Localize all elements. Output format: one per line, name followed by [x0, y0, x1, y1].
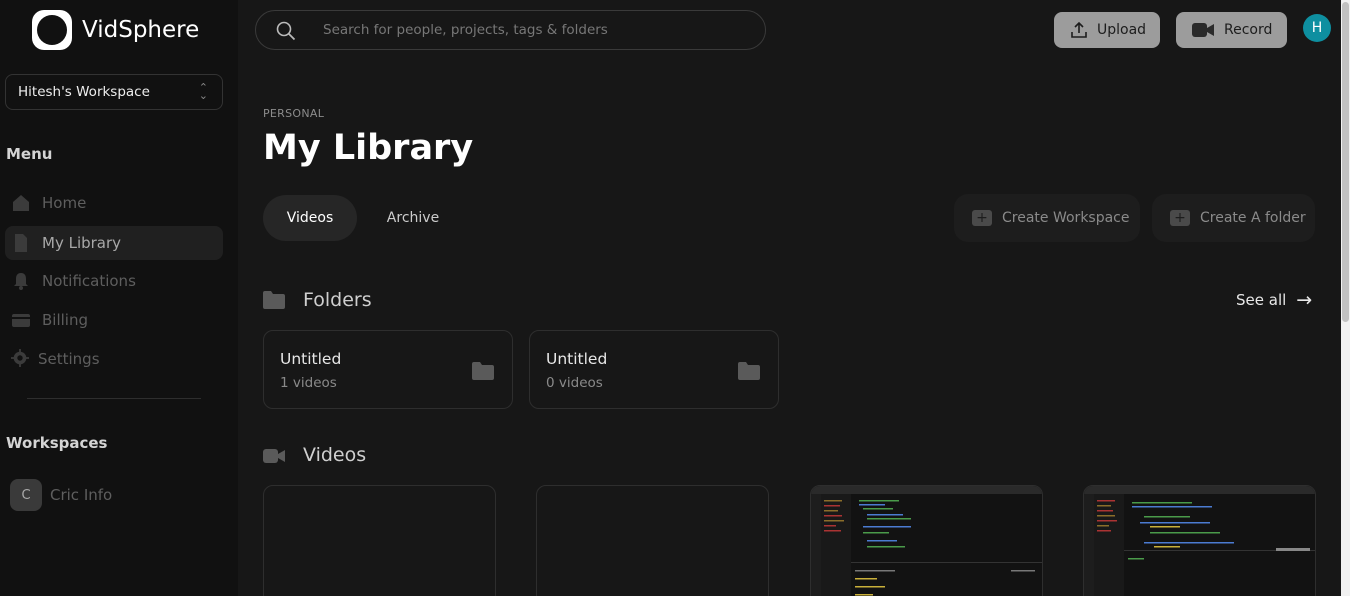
- sidebar-item-settings[interactable]: Settings: [5, 342, 223, 376]
- home-icon: [11, 193, 31, 213]
- page-eyebrow: PERSONAL: [263, 107, 325, 120]
- folder-name: Untitled: [546, 350, 608, 368]
- workspace-select-value: Hitesh's Workspace: [18, 84, 150, 100]
- scrollbar-thumb[interactable]: [1342, 2, 1349, 322]
- video-card[interactable]: [810, 485, 1043, 596]
- logo-mark-icon: [32, 10, 72, 50]
- sidebar-divider: [27, 398, 201, 399]
- scrollbar[interactable]: [1341, 0, 1350, 596]
- tab-archive[interactable]: Archive: [368, 195, 458, 241]
- folder-count: 1 videos: [280, 375, 337, 391]
- folder-name: Untitled: [280, 350, 342, 368]
- credit-card-icon: [11, 310, 31, 330]
- video-camera-icon: [1192, 23, 1214, 37]
- folders-title: Folders: [303, 289, 372, 311]
- workspaces-title: Workspaces: [6, 434, 108, 452]
- videos-section-header: Videos: [263, 444, 366, 466]
- folder-icon: [472, 362, 494, 380]
- record-label: Record: [1224, 22, 1273, 38]
- folder-count: 0 videos: [546, 375, 603, 391]
- search-icon: [276, 21, 296, 41]
- upload-label: Upload: [1097, 22, 1147, 38]
- see-all-link[interactable]: See all →: [1236, 289, 1312, 311]
- search-input[interactable]: Search for people, projects, tags & fold…: [255, 10, 766, 50]
- sidebar-item-home[interactable]: Home: [5, 186, 223, 220]
- folder-card[interactable]: Untitled 1 videos: [263, 330, 513, 409]
- workspace-select[interactable]: Hitesh's Workspace ⌃ ⌄: [5, 74, 223, 110]
- tab-videos[interactable]: Videos: [263, 195, 357, 241]
- sidebar-item-label: Settings: [38, 350, 100, 368]
- arrow-right-icon: →: [1296, 289, 1313, 311]
- workspace-avatar: C: [10, 479, 42, 511]
- upload-button[interactable]: Upload: [1054, 12, 1160, 48]
- menu-title: Menu: [6, 145, 53, 163]
- folder-icon: [263, 291, 285, 309]
- video-card[interactable]: [536, 485, 769, 596]
- workspace-label: Cric Info: [50, 486, 113, 504]
- page-title: My Library: [263, 128, 474, 168]
- video-card[interactable]: [263, 485, 496, 596]
- document-icon: [11, 233, 31, 253]
- sidebar-item-my-library[interactable]: My Library: [5, 226, 223, 260]
- record-button[interactable]: Record: [1176, 12, 1287, 48]
- folder-plus-icon: +: [972, 210, 992, 226]
- folder-card[interactable]: Untitled 0 videos: [529, 330, 779, 409]
- gear-icon: [11, 349, 29, 369]
- sidebar-item-billing[interactable]: Billing: [5, 303, 223, 337]
- video-thumbnail: [1084, 486, 1315, 596]
- sidebar: VidSphere Hitesh's Workspace ⌃ ⌄ Menu Hom…: [0, 0, 238, 596]
- workspace-item-cric-info[interactable]: C Cric Info: [10, 479, 112, 511]
- sidebar-item-label: Notifications: [42, 272, 136, 290]
- search-placeholder: Search for people, projects, tags & fold…: [323, 22, 608, 38]
- user-avatar[interactable]: H: [1303, 14, 1331, 42]
- video-camera-icon: [263, 446, 285, 464]
- sidebar-item-label: Home: [42, 194, 87, 212]
- sidebar-item-label: My Library: [42, 234, 122, 252]
- create-folder-button[interactable]: + Create A folder: [1152, 194, 1315, 242]
- create-workspace-button[interactable]: + Create Workspace: [954, 194, 1140, 242]
- create-folder-label: Create A folder: [1200, 210, 1306, 226]
- bell-icon: [11, 271, 31, 291]
- app-name: VidSphere: [82, 17, 200, 43]
- sidebar-item-label: Billing: [42, 311, 88, 329]
- create-workspace-label: Create Workspace: [1002, 210, 1130, 226]
- sidebar-item-notifications[interactable]: Notifications: [5, 264, 223, 298]
- video-thumbnail: [811, 486, 1042, 596]
- video-card[interactable]: [1083, 485, 1316, 596]
- videos-title: Videos: [303, 444, 367, 466]
- see-all-label: See all: [1236, 291, 1287, 309]
- folders-section-header: Folders: [263, 289, 372, 311]
- folder-icon: [738, 362, 760, 380]
- chevron-up-down-icon: ⌃ ⌄: [198, 81, 208, 102]
- upload-icon: [1070, 21, 1088, 39]
- folder-plus-icon: +: [1170, 210, 1190, 226]
- app-logo[interactable]: VidSphere: [32, 10, 199, 50]
